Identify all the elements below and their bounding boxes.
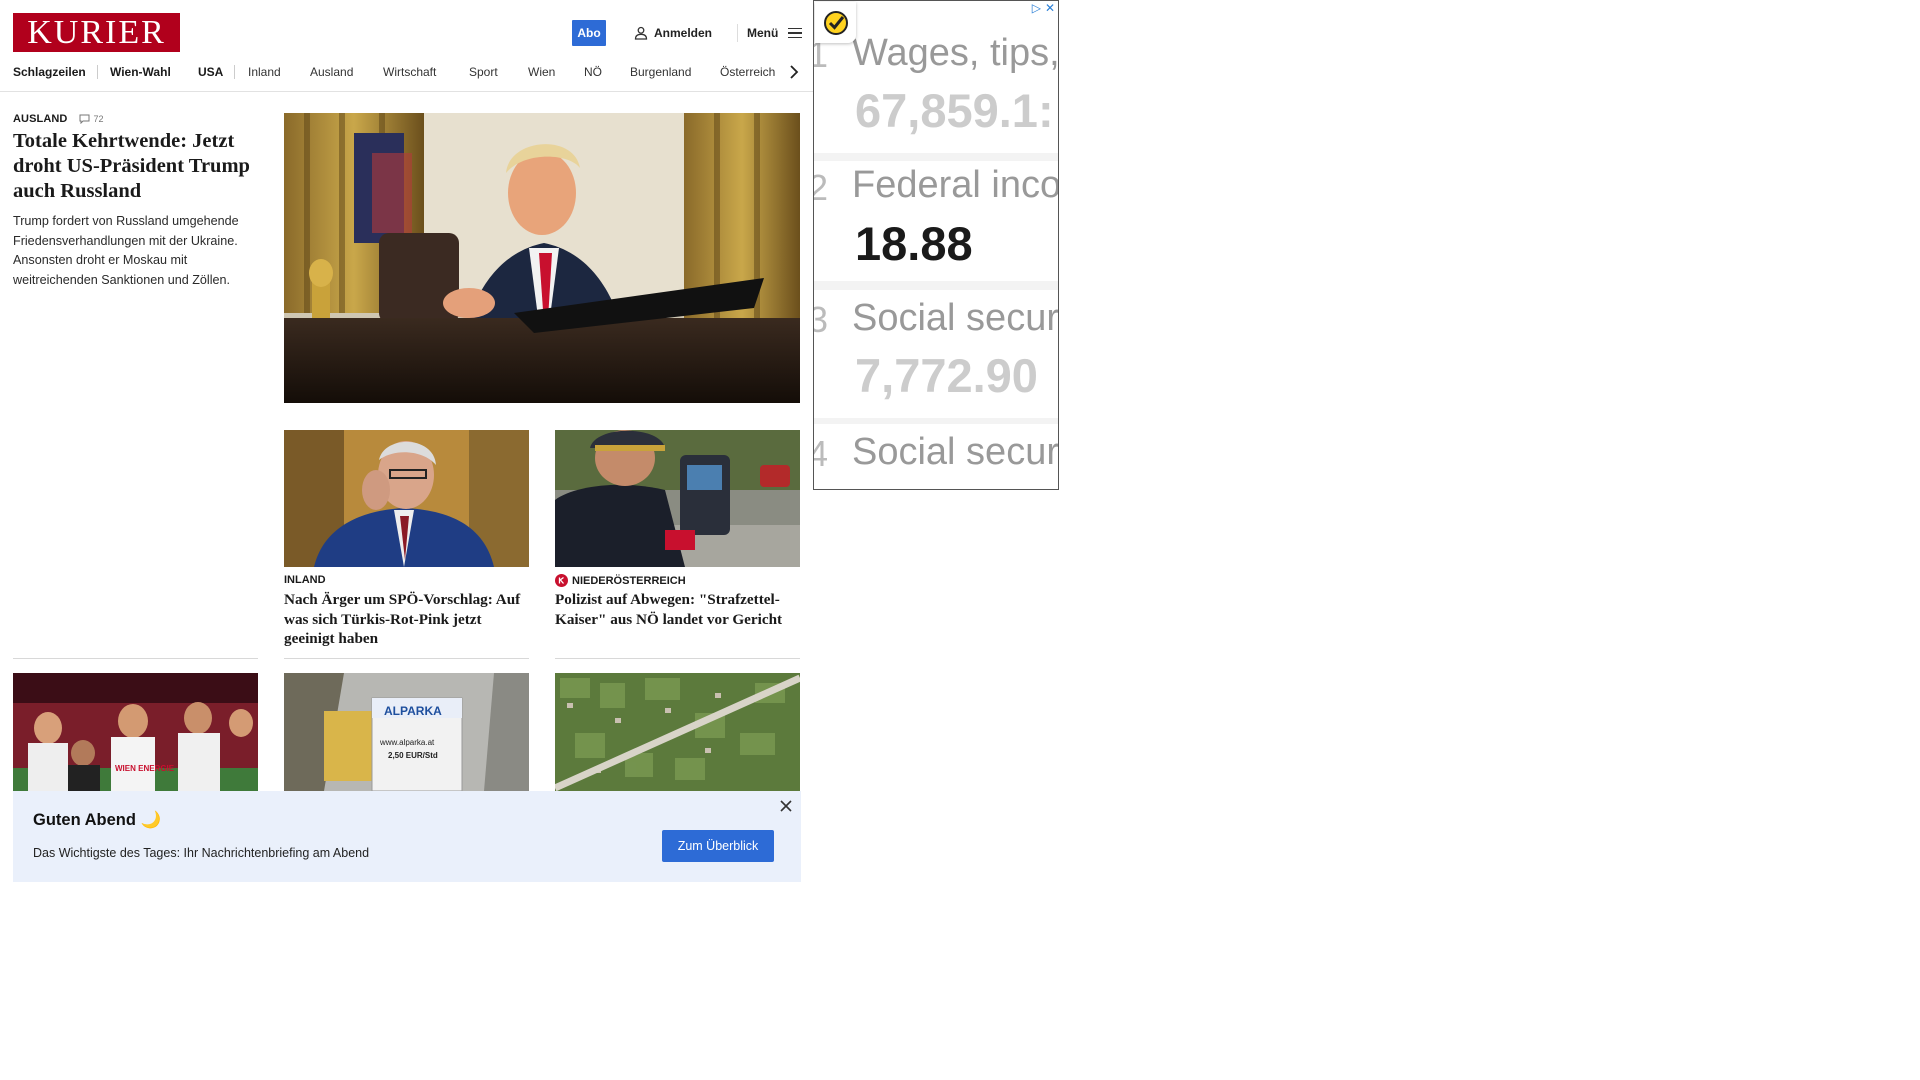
nav-divider	[234, 65, 235, 79]
menu-button[interactable]: Menü	[747, 24, 803, 42]
advertisement[interactable]: 1 Wages, tips, 67,859.1: 2 Federal inco …	[813, 0, 1059, 490]
checkmark-icon	[823, 10, 848, 35]
ad-row-value: 7,772.90	[855, 349, 1038, 402]
ad-close-icon[interactable]: ✕	[1045, 1, 1055, 15]
nav-item-wirtschaft[interactable]: Wirtschaft	[383, 62, 436, 82]
ad-row-number: 4	[814, 433, 828, 475]
card-category: INLAND	[284, 574, 326, 586]
lead-category[interactable]: AUSLAND	[13, 113, 67, 125]
hamburger-icon	[788, 27, 803, 39]
ad-brand-badge[interactable]	[815, 2, 856, 43]
nav-item-wien[interactable]: Wien	[528, 62, 555, 82]
lead-kicker: AUSLAND 72	[13, 113, 104, 125]
nav-item-inland[interactable]: Inland	[248, 62, 281, 82]
card-image-parking[interactable]: ALPARKA www.alparka.at 2,50 EUR/Std	[284, 673, 529, 791]
login-button[interactable]: Anmelden	[634, 24, 712, 42]
divider	[284, 658, 529, 659]
ad-row: 3 Social secur 7,772.90	[814, 290, 1058, 418]
user-icon	[634, 26, 648, 40]
category-nav: Schlagzeilen Wien-Wahl USA Inland Auslan…	[13, 62, 813, 82]
banner-text: Das Wichtigste des Tages: Ihr Nachrichte…	[33, 846, 370, 860]
card-image-noe[interactable]	[555, 430, 800, 567]
card-image-aerial[interactable]	[555, 673, 800, 791]
nav-divider	[97, 65, 98, 79]
card-kicker-inland[interactable]: INLAND	[284, 574, 326, 586]
nav-item-ausland[interactable]: Ausland	[310, 62, 353, 82]
sign-price: 2,50 EUR/Std	[388, 751, 438, 760]
lead-teaser: Trump fordert von Russland umgehende Fri…	[13, 214, 239, 287]
nav-item-oesterreich[interactable]: Österreich	[720, 62, 775, 82]
lead-headline[interactable]: Totale Kehrtwende: Jetzt droht US-Präsid…	[13, 129, 258, 204]
ad-row-label: Social secur	[852, 297, 1059, 339]
card-kicker-noe[interactable]: NIEDERÖSTERREICH	[555, 574, 686, 587]
overview-button[interactable]: Zum Überblick	[662, 830, 774, 862]
header-divider	[737, 24, 738, 42]
nav-item-burgenland[interactable]: Burgenland	[630, 62, 691, 82]
regional-badge-icon	[555, 574, 568, 587]
jersey-sponsor: WIEN ENERGIE	[115, 764, 175, 773]
comment-icon	[79, 114, 90, 124]
ad-row-value: 67,859.1:	[855, 84, 1054, 137]
close-icon[interactable]	[778, 798, 794, 814]
ad-row-number: 2	[814, 167, 828, 209]
nav-item-noe[interactable]: NÖ	[584, 62, 602, 82]
ad-row-label: Wages, tips,	[852, 32, 1059, 74]
banner-title: Guten Abend 🌙	[33, 811, 162, 829]
login-label: Anmelden	[654, 26, 713, 40]
header-divider-line	[0, 91, 813, 92]
card-headline-noe[interactable]: Polizist auf Abwegen: "Strafzettel-Kaise…	[555, 590, 803, 629]
card-image-inland[interactable]	[284, 430, 529, 567]
kurier-logo[interactable]: KURIER	[13, 13, 180, 52]
nav-item-schlagzeilen[interactable]: Schlagzeilen	[13, 62, 86, 82]
ad-row: 2 Federal inco 18.88	[814, 161, 1058, 281]
divider	[13, 658, 258, 659]
sign-url: www.alparka.at	[379, 738, 435, 747]
lead-image[interactable]	[284, 113, 800, 403]
sign-brand: ALPARKA	[384, 704, 442, 718]
ad-row: 4 Social secur	[814, 424, 1059, 489]
comment-count: 72	[93, 114, 104, 124]
nav-item-wien-wahl[interactable]: Wien-Wahl	[110, 62, 171, 82]
chevron-right-icon[interactable]	[788, 62, 800, 82]
nav-item-sport[interactable]: Sport	[469, 62, 498, 82]
card-category: NIEDERÖSTERREICH	[572, 574, 686, 587]
card-image-sport[interactable]: WIEN ENERGIE	[13, 673, 258, 791]
ad-row-label: Federal inco	[852, 164, 1059, 206]
abo-button[interactable]: Abo	[572, 20, 606, 46]
ad-row-number: 3	[814, 299, 828, 341]
lead-comments[interactable]: 72	[79, 114, 104, 124]
nav-item-usa[interactable]: USA	[198, 62, 223, 82]
newsletter-banner: Guten Abend 🌙 Das Wichtigste des Tages: …	[13, 791, 801, 882]
ad-row-value: 18.88	[855, 217, 973, 270]
menu-label: Menü	[747, 26, 779, 40]
ad-row-label: Social secur	[852, 431, 1059, 473]
ad-controls: ▷ ✕	[1032, 1, 1055, 15]
divider	[555, 658, 800, 659]
card-headline-inland[interactable]: Nach Ärger um SPÖ-Vorschlag: Auf was sic…	[284, 590, 532, 649]
adchoices-icon[interactable]: ▷	[1032, 1, 1041, 15]
